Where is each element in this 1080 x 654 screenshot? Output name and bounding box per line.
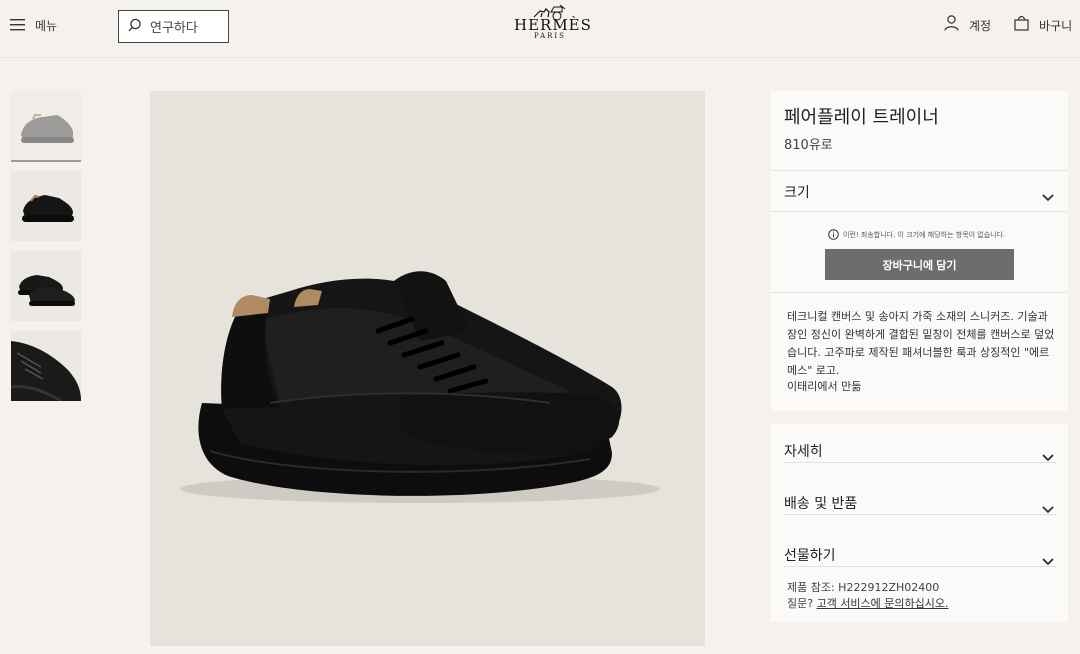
thumbnail-side-view[interactable] — [11, 91, 81, 161]
menu-label: 메뉴 — [35, 19, 58, 33]
thumbnail-pair-view[interactable] — [11, 251, 81, 321]
product-accordion-panel: 자세히 배송 및 반품 선물하기 제품 참조: H222912ZH02400 질… — [771, 424, 1068, 622]
divider — [784, 462, 1056, 463]
customer-service-link[interactable]: 고객 서비스에 문의하십시오. — [817, 597, 949, 610]
product-main-image — [150, 91, 705, 646]
accordion-gift[interactable]: 선물하기 — [771, 528, 1068, 568]
cart-label: 바구니 — [1039, 18, 1073, 33]
thumbnail-active-indicator — [11, 160, 81, 162]
question-prefix: 질문? — [787, 597, 817, 610]
divider — [784, 514, 1056, 515]
chevron-down-icon — [1042, 551, 1054, 570]
add-to-cart-button[interactable]: 장바구니에 담기 — [825, 249, 1014, 280]
size-notice: 이런! 죄송합니다. 이 크기에 해당하는 항목이 없습니다. — [828, 225, 1005, 244]
info-icon — [828, 225, 839, 244]
account-button[interactable]: 계정 — [944, 15, 991, 35]
chevron-down-icon — [1042, 447, 1054, 466]
thumbnail-top-detail[interactable] — [11, 331, 81, 401]
size-notice-text: 이런! 죄송합니다. 이 크기에 해당하는 항목이 없습니다. — [843, 230, 1006, 239]
site-header: 메뉴 연구하다 HERMÈS PARIS 계정 바구니 — [0, 0, 1080, 58]
accordion-gift-label: 선물하기 — [784, 548, 836, 564]
accordion-details-label: 자세히 — [784, 444, 823, 460]
search-icon — [128, 17, 142, 36]
menu-button[interactable]: 메뉴 — [10, 16, 57, 35]
product-price: 810유로 — [784, 138, 833, 153]
accordion-shipping[interactable]: 배송 및 반품 — [771, 476, 1068, 516]
product-reference: 제품 참조: H222912ZH02400 — [787, 581, 940, 594]
chevron-down-icon — [1042, 499, 1054, 518]
carriage-logo-icon — [533, 4, 566, 21]
size-label: 크기 — [784, 185, 810, 201]
divider — [784, 566, 1056, 567]
user-icon — [944, 15, 959, 35]
thumbnail-front-three-quarter[interactable] — [11, 171, 81, 241]
product-title: 페어플레이 트레이너 — [784, 107, 939, 128]
size-selector[interactable]: 크기 — [771, 171, 1068, 211]
chevron-down-icon — [1042, 187, 1054, 206]
search-input[interactable]: 연구하다 — [118, 10, 229, 43]
divider — [771, 292, 1068, 293]
cart-button[interactable]: 바구니 — [1014, 15, 1072, 35]
accordion-details[interactable]: 자세히 — [771, 424, 1068, 464]
made-in-text: 이태리에서 만듦 — [787, 380, 862, 393]
accordion-shipping-label: 배송 및 반품 — [784, 496, 858, 512]
product-info-panel: 페어플레이 트레이너 810유로 크기 이런! 죄송합니다. 이 크기에 해당하… — [771, 91, 1068, 411]
brand-logo[interactable]: HERMÈS PARIS — [514, 4, 591, 47]
divider — [771, 211, 1068, 212]
bag-icon — [1014, 15, 1029, 35]
account-label: 계정 — [969, 18, 992, 33]
product-description: 테크니컬 캔버스 및 송아지 가죽 소재의 스니커즈. 기술과 장인 정신이 완… — [787, 310, 1055, 377]
search-placeholder: 연구하다 — [150, 21, 198, 36]
question-line: 질문? 고객 서비스에 문의하십시오. — [787, 595, 949, 611]
hamburger-icon — [10, 16, 25, 35]
